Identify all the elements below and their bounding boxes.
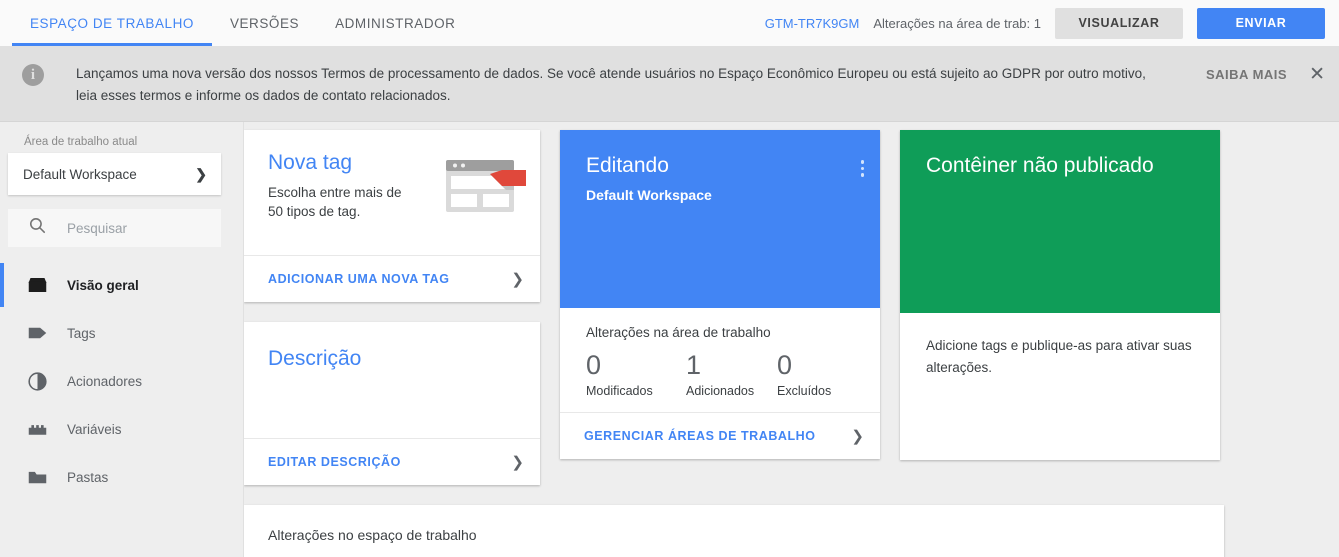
middle-card-column: Editando Default Workspace Alterações na… [560, 130, 880, 485]
sidebar-item-visao-geral[interactable]: Visão geral [0, 261, 243, 309]
overview-box-icon [26, 274, 48, 296]
editing-stats: Alterações na área de trabalho 0 Modific… [560, 308, 880, 412]
tab-espaco-de-trabalho[interactable]: ESPAÇO DE TRABALHO [12, 0, 212, 46]
sidebar-item-tags[interactable]: Tags [0, 309, 243, 357]
tab-versoes[interactable]: VERSÕES [212, 0, 317, 46]
tag-icon [26, 322, 48, 344]
sidebar: Área de trabalho atual Default Workspace… [0, 122, 244, 557]
submit-button[interactable]: ENVIAR [1197, 7, 1325, 39]
sidebar-item-label: Pastas [67, 469, 109, 485]
stat-modificados: 0 Modificados [586, 348, 686, 398]
notification-banner: i Lançamos uma nova versão dos nossos Te… [0, 47, 1339, 122]
workspace-name: Default Workspace [23, 166, 137, 182]
sidebar-nav: Visão geral Tags Acionadores Variáveis P… [0, 261, 243, 501]
trigger-circle-icon [26, 370, 48, 392]
chevron-right-icon: ❯ [511, 454, 524, 471]
top-bar: ESPAÇO DE TRABALHO VERSÕES ADMINISTRADOR… [0, 0, 1339, 47]
stat-label: Modificados [586, 384, 653, 398]
variables-brick-icon [26, 418, 48, 440]
new-tag-subtitle: Escolha entre mais de 50 tipos de tag. [268, 185, 402, 219]
close-icon[interactable]: ✕ [1309, 65, 1325, 84]
banner-text: Lançamos uma nova versão dos nossos Term… [76, 66, 1146, 103]
top-bar-right: GTM-TR7K9GM Alterações na área de trab: … [765, 0, 1339, 46]
editing-title: Editando [586, 154, 669, 177]
workspace-changes-panel: Alterações no espaço de trabalho [244, 505, 1224, 557]
description-card: Descrição EDITAR DESCRIÇÃO ❯ [244, 322, 540, 485]
info-icon: i [22, 64, 44, 86]
sidebar-item-pastas[interactable]: Pastas [0, 453, 243, 501]
learn-more-link[interactable]: SAIBA MAIS [1206, 67, 1287, 82]
sidebar-item-label: Acionadores [67, 373, 143, 389]
stat-label: Excluídos [777, 384, 832, 398]
browser-tag-illustration-icon [444, 156, 528, 223]
unpublished-card-header: Contêiner não publicado [900, 130, 1220, 313]
chevron-right-icon: ❯ [195, 165, 207, 182]
stats-title: Alterações na área de trabalho [586, 325, 771, 340]
manage-workspaces-label: GERENCIAR ÁREAS DE TRABALHO [584, 429, 816, 443]
manage-workspaces-action[interactable]: GERENCIAR ÁREAS DE TRABALHO ❯ [560, 412, 880, 459]
folder-icon [26, 466, 48, 488]
unpublished-title: Contêiner não publicado [926, 154, 1154, 177]
unpublished-card-body: Adicione tags e publique-as para ativar … [900, 313, 1220, 460]
description-title: Descrição [268, 347, 362, 370]
sidebar-item-label: Visão geral [67, 277, 139, 293]
sidebar-item-acionadores[interactable]: Acionadores [0, 357, 243, 405]
unpublished-container-card: Contêiner não publicado Adicione tags e … [900, 130, 1220, 460]
search-icon [28, 216, 47, 240]
banner-actions: SAIBA MAIS ✕ [1206, 63, 1325, 84]
workspace-label: Área de trabalho atual [24, 136, 138, 148]
editing-card: Editando Default Workspace Alterações na… [560, 130, 880, 459]
search-box[interactable] [8, 209, 221, 247]
chevron-right-icon: ❯ [511, 271, 524, 288]
editing-subtitle: Default Workspace [586, 187, 712, 203]
sidebar-item-variaveis[interactable]: Variáveis [0, 405, 243, 453]
right-card-column: Contêiner não publicado Adicione tags e … [900, 130, 1220, 485]
stat-value: 0 [586, 350, 602, 380]
workspace-changes-title: Alterações no espaço de trabalho [268, 527, 477, 543]
new-tag-title: Nova tag [268, 151, 353, 174]
left-card-column: Nova tag Escolha entre mais de 50 tipos … [244, 130, 540, 485]
search-input[interactable] [67, 220, 197, 236]
stat-value: 0 [777, 350, 793, 380]
kebab-menu-icon[interactable] [860, 154, 864, 308]
sidebar-item-label: Variáveis [67, 421, 122, 437]
chevron-right-icon: ❯ [851, 428, 864, 445]
unpublished-body-text: Adicione tags e publique-as para ativar … [926, 338, 1192, 375]
main-content: Nova tag Escolha entre mais de 50 tipos … [244, 122, 1339, 557]
stat-adicionados: 1 Adicionados [686, 348, 777, 398]
description-body: Descrição [244, 322, 540, 438]
tab-label: ESPAÇO DE TRABALHO [30, 15, 194, 31]
stats-row: 0 Modificados 1 Adicionados 0 Excluídos [586, 348, 880, 398]
tab-label: ADMINISTRADOR [335, 15, 456, 31]
page-body: Área de trabalho atual Default Workspace… [0, 122, 1339, 557]
workspace-selector[interactable]: Default Workspace ❯ [8, 153, 221, 195]
stat-excluidos: 0 Excluídos [777, 348, 831, 398]
new-tag-body: Nova tag Escolha entre mais de 50 tipos … [244, 130, 540, 255]
container-id-link[interactable]: GTM-TR7K9GM [765, 16, 860, 31]
top-nav-tabs: ESPAÇO DE TRABALHO VERSÕES ADMINISTRADOR [0, 0, 473, 46]
edit-description-action[interactable]: EDITAR DESCRIÇÃO ❯ [244, 438, 540, 485]
stat-label: Adicionados [686, 384, 755, 398]
cards-row: Nova tag Escolha entre mais de 50 tipos … [244, 130, 1339, 485]
stat-value: 1 [686, 350, 702, 380]
add-new-tag-label: ADICIONAR UMA NOVA TAG [268, 272, 450, 286]
edit-description-label: EDITAR DESCRIÇÃO [268, 455, 401, 469]
tab-administrador[interactable]: ADMINISTRADOR [317, 0, 473, 46]
add-new-tag-action[interactable]: ADICIONAR UMA NOVA TAG ❯ [244, 255, 540, 302]
sidebar-item-label: Tags [67, 325, 96, 341]
preview-button[interactable]: VISUALIZAR [1055, 7, 1183, 39]
workspace-changes-count: Alterações na área de trab: 1 [873, 15, 1041, 31]
editing-card-header: Editando Default Workspace [560, 130, 880, 308]
tab-label: VERSÕES [229, 15, 300, 31]
new-tag-card: Nova tag Escolha entre mais de 50 tipos … [244, 130, 540, 302]
